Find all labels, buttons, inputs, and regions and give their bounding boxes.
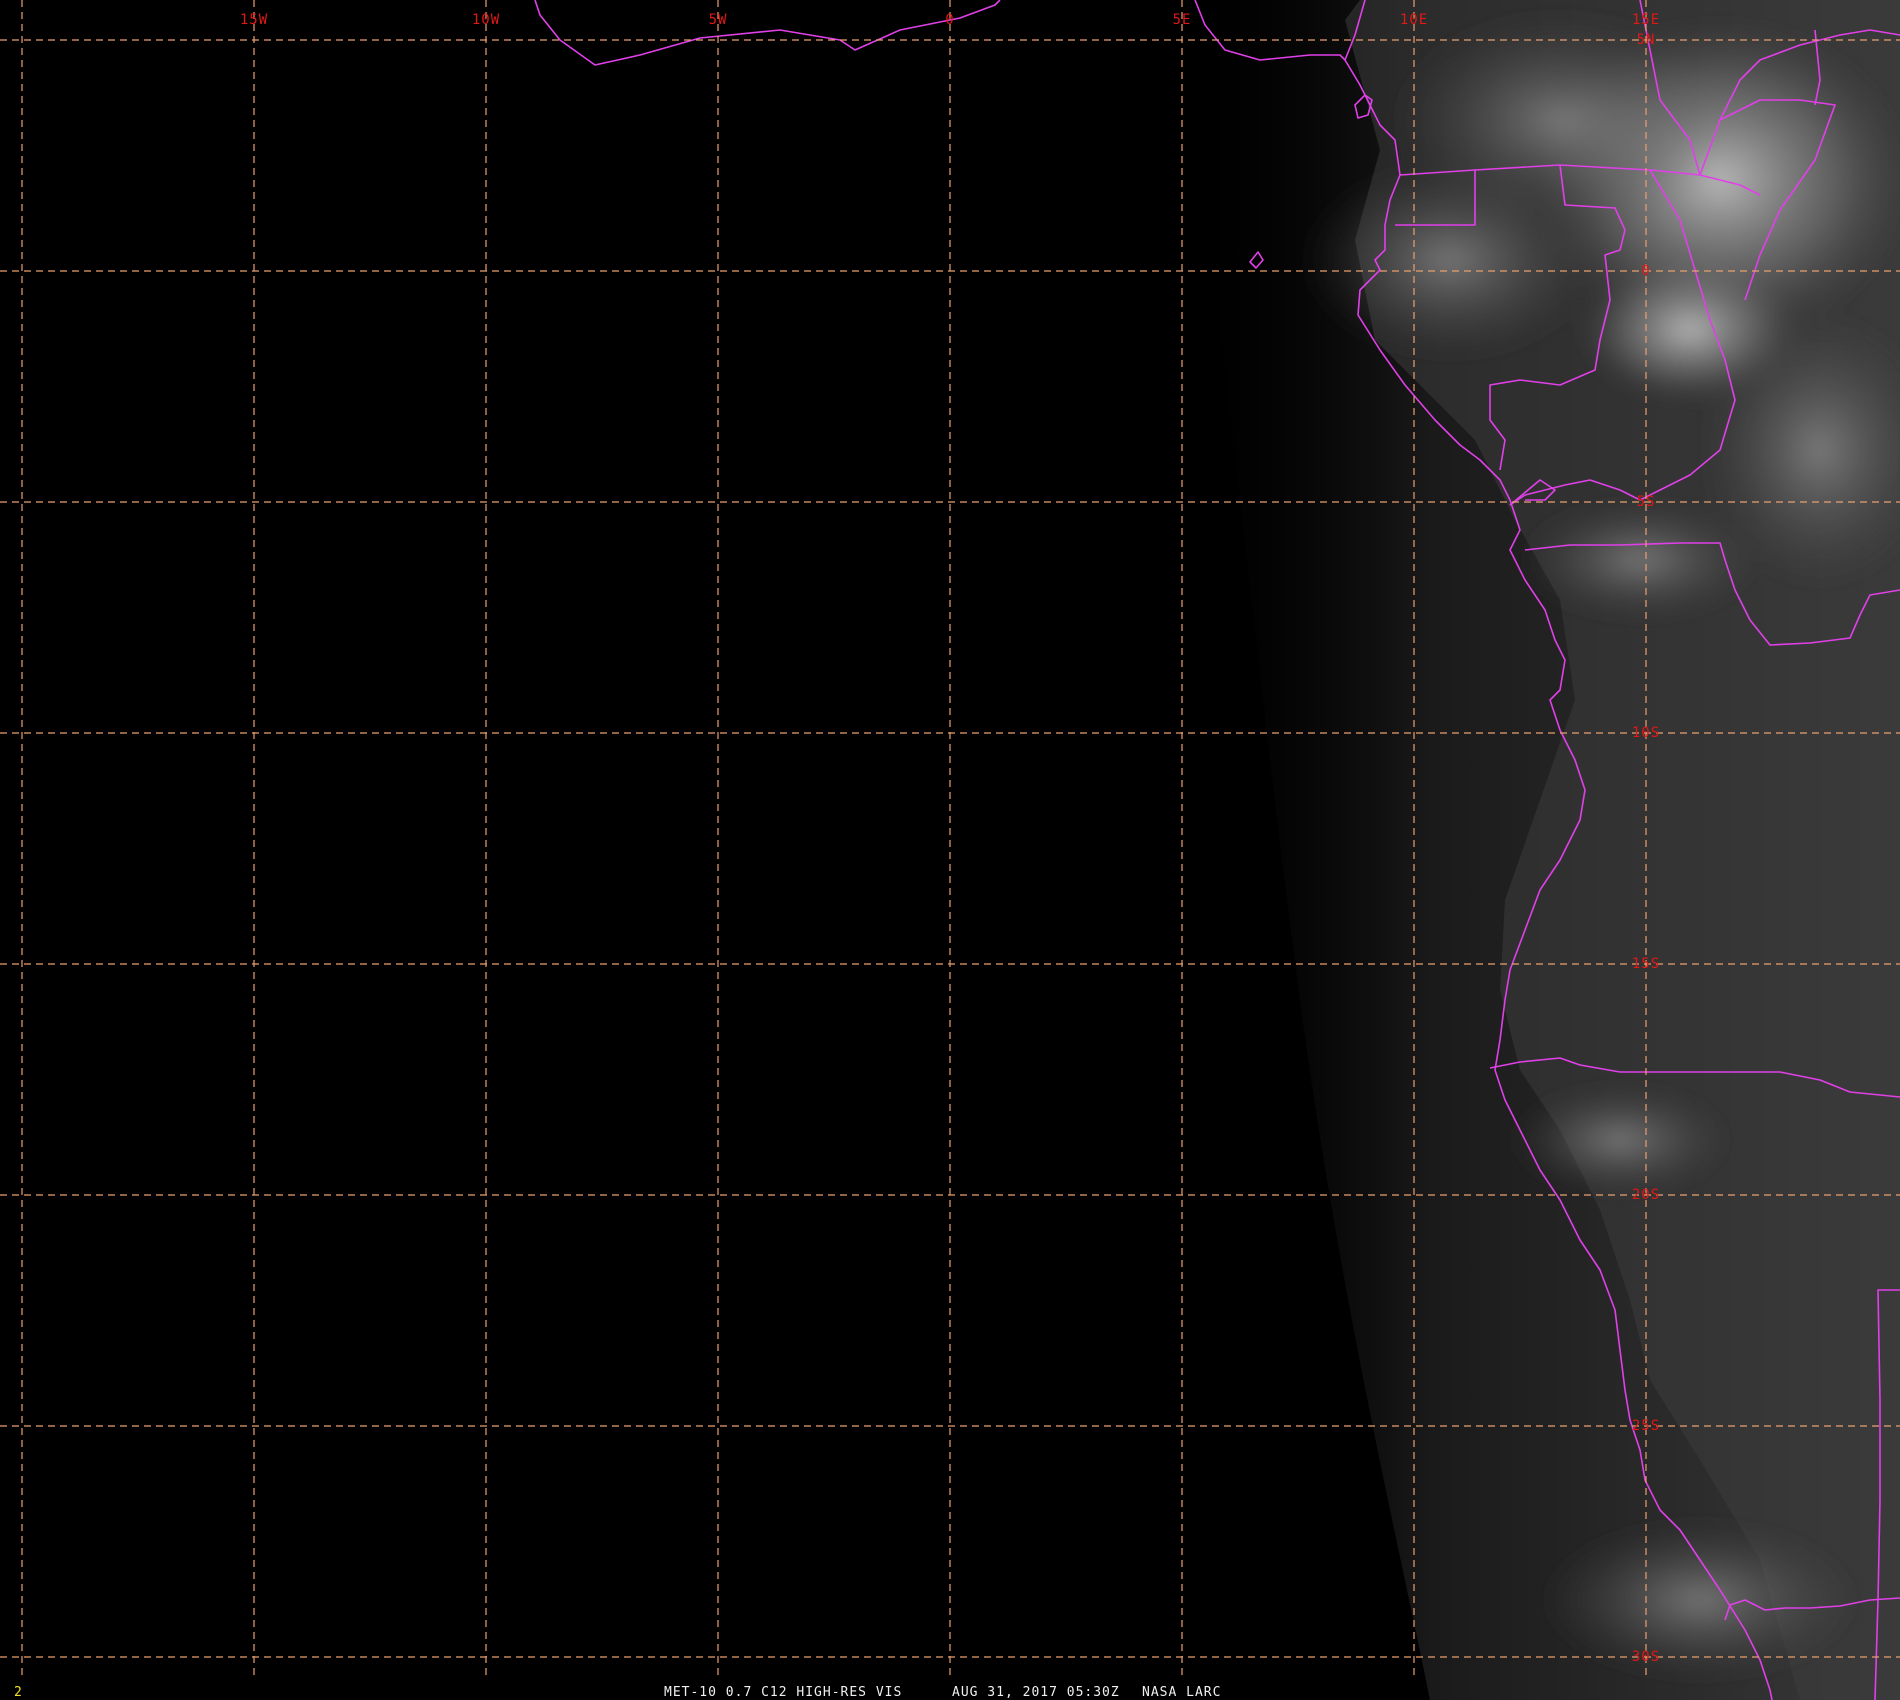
latitude-label: 15S [1632, 956, 1660, 972]
frame-number: 2 [14, 1685, 22, 1700]
longitude-label: 10E [1400, 12, 1428, 28]
latitude-label: 5N [1637, 32, 1656, 48]
longitude-label: 5W [709, 12, 728, 28]
source-label: NASA LARC [1142, 1685, 1221, 1700]
latitude-label: 10S [1632, 725, 1660, 741]
longitude-label: 15W [240, 12, 268, 28]
latitude-label: 20S [1632, 1187, 1660, 1203]
latitude-label: 5S [1637, 494, 1656, 510]
longitude-label: 0 [945, 12, 954, 28]
latitude-label: 30S [1632, 1649, 1660, 1665]
satellite-product-label: MET-10 0.7 C12 HIGH-RES VIS [664, 1685, 902, 1700]
longitude-label: 10W [472, 12, 500, 28]
latitude-label: 25S [1632, 1418, 1660, 1434]
longitude-label: 15E [1632, 12, 1660, 28]
latitude-label: 0 [1641, 263, 1650, 279]
longitude-label: 5E [1173, 12, 1192, 28]
satellite-map: 15W 10W 5W 0 5E 10E 15E 5N 0 5S 10S 15S 20S 25S 30S 2… [0, 0, 1900, 1700]
datetime-label: AUG 31, 2017 05:30Z [952, 1685, 1120, 1700]
